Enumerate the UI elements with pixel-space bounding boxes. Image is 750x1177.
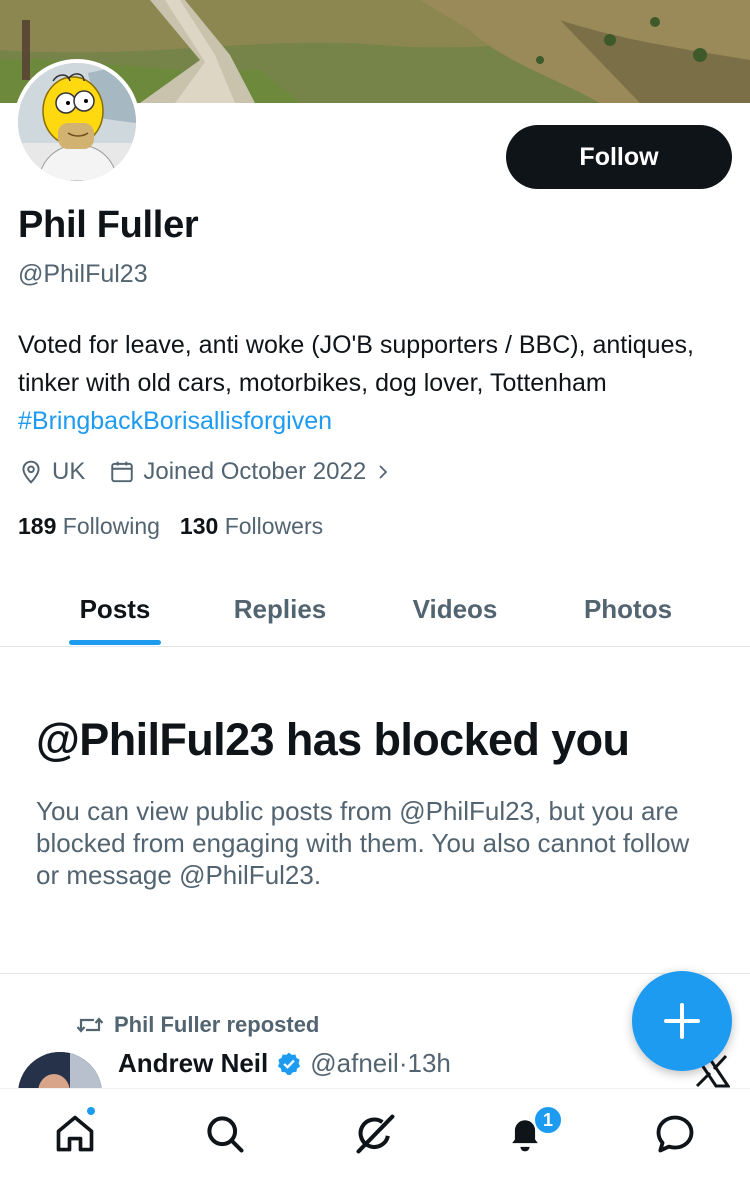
follow-button[interactable]: Follow <box>506 125 732 189</box>
repost-icon <box>76 1017 104 1033</box>
nav-home[interactable] <box>35 1089 115 1177</box>
post-separator: · <box>398 1048 408 1078</box>
location-pin-icon <box>22 460 40 484</box>
following-stat[interactable]: 189 Following <box>18 513 160 540</box>
profile-avatar[interactable] <box>14 59 140 185</box>
joined-item[interactable]: Joined October 2022 <box>109 458 392 486</box>
profile-handle: @PhilFul23 <box>18 260 148 288</box>
following-count: 189 <box>18 513 57 539</box>
profile-tabs: Posts Replies Videos Photos <box>0 572 750 647</box>
repost-label: Phil Fuller reposted <box>114 1012 320 1037</box>
chevron-right-icon <box>379 465 388 479</box>
search-icon <box>207 1115 244 1153</box>
grok-icon <box>356 1114 395 1153</box>
blocked-title: @PhilFul23 has blocked you <box>36 714 630 765</box>
tab-posts[interactable]: Posts <box>40 572 190 647</box>
tab-photos[interactable]: Photos <box>553 572 703 647</box>
following-label: Following <box>62 513 160 539</box>
profile-bio: Voted for leave, anti woke (JO'B support… <box>18 326 733 440</box>
verified-badge-icon <box>278 1052 301 1075</box>
nav-search[interactable] <box>185 1089 265 1177</box>
post-author-name[interactable]: Andrew Neil <box>118 1048 268 1079</box>
bio-hashtag-link[interactable]: #BringbackBorisallisforgiven <box>18 407 332 435</box>
tab-replies[interactable]: Replies <box>205 572 355 647</box>
profile-name: Phil Fuller <box>18 204 199 246</box>
plus-icon <box>664 1003 700 1039</box>
location-item: UK <box>18 458 85 486</box>
repost-indicator: Phil Fuller reposted <box>76 1012 319 1038</box>
blocked-description: You can view public posts from @PhilFul2… <box>36 796 690 890</box>
active-tab-indicator <box>69 640 161 645</box>
post-author-handle[interactable]: @afneil <box>310 1048 399 1079</box>
post-header: Andrew Neil @afneil · 13h <box>118 1048 451 1079</box>
profile-meta: UK Joined October 2022 <box>18 455 416 489</box>
nav-grok[interactable] <box>335 1089 415 1177</box>
joined-text: Joined October 2022 <box>143 458 367 485</box>
followers-label: Followers <box>224 513 324 539</box>
home-unread-dot <box>85 1105 97 1117</box>
nav-messages[interactable] <box>635 1089 715 1177</box>
nav-notifications[interactable]: 1 <box>485 1089 565 1177</box>
divider <box>0 973 750 974</box>
messages-icon <box>656 1115 694 1152</box>
bio-text: Voted for leave, anti woke (JO'B support… <box>18 331 694 397</box>
followers-stat[interactable]: 130 Followers <box>180 513 323 540</box>
follow-stats: 189 Following 130 Followers <box>18 513 343 540</box>
calendar-icon <box>111 461 134 483</box>
notifications-badge: 1 <box>533 1105 563 1135</box>
home-icon <box>56 1115 94 1151</box>
post-time[interactable]: 13h <box>407 1048 450 1079</box>
location-text: UK <box>52 458 86 485</box>
bottom-navigation: 1 <box>0 1088 750 1177</box>
followers-count: 130 <box>179 513 219 539</box>
tab-videos[interactable]: Videos <box>380 572 530 647</box>
compose-post-button[interactable] <box>632 971 732 1071</box>
